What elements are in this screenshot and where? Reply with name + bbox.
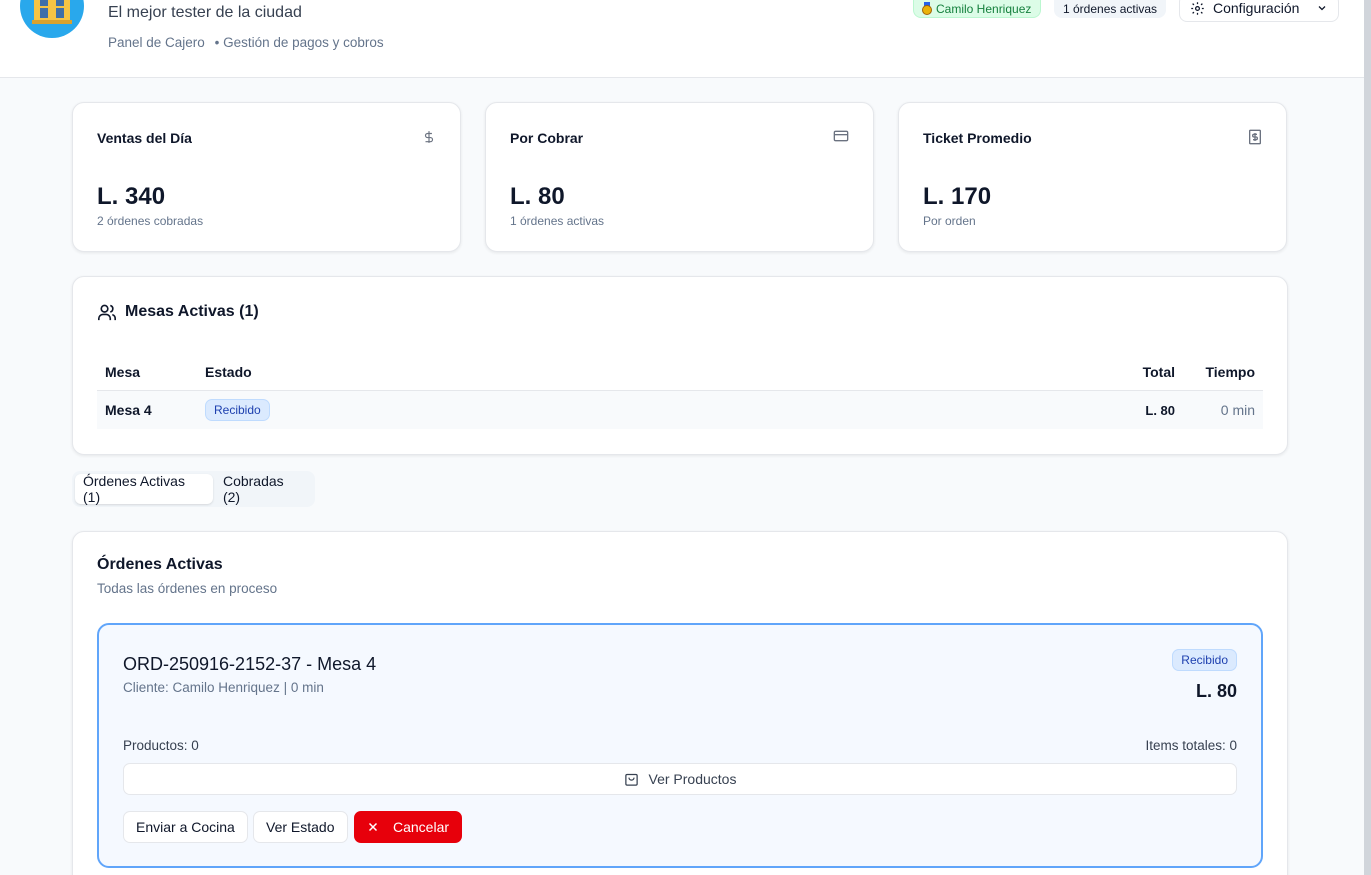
active-tables-card: Mesas Activas (1) Mesa Estado Total Tiem…	[72, 276, 1288, 455]
view-status-button[interactable]: Ver Estado	[253, 811, 348, 843]
users-icon	[98, 304, 117, 321]
receipt-icon	[1248, 129, 1262, 150]
close-icon	[368, 822, 378, 832]
cell-mesa: Mesa 4	[105, 402, 152, 418]
order-items-total: Items totales: 0	[1145, 738, 1237, 753]
panel-label: Panel de Cajero	[108, 35, 205, 50]
stat-subtext: 2 órdenes cobradas	[97, 214, 204, 228]
order-title: ORD-250916-2152-37 - Mesa 4	[123, 654, 377, 674]
stat-card-receivable: Por Cobrar L. 80 1 órdenes activas	[485, 102, 874, 252]
credit-card-icon	[833, 129, 849, 148]
orders-title: Órdenes Activas	[97, 556, 223, 573]
stat-card-average-ticket: Ticket Promedio L. 170 Por orden	[898, 102, 1287, 252]
order-card: ORD-250916-2152-37 - Mesa 4 Cliente: Cam…	[97, 623, 1263, 868]
scrollbar[interactable]	[1364, 0, 1371, 875]
send-to-kitchen-button[interactable]: Enviar a Cocina	[123, 811, 248, 843]
stat-value: L. 340	[97, 183, 166, 210]
panel-caption: Panel de Cajero • Gestión de pagos y cob…	[108, 35, 384, 50]
gear-icon	[1191, 1, 1204, 15]
stat-subtext: 1 órdenes activas	[510, 214, 605, 228]
status-badge: Recibido	[205, 399, 270, 421]
app-header: El mejor tester de la ciudad Panel de Ca…	[0, 0, 1364, 78]
order-products-count: Productos: 0	[123, 738, 199, 753]
stat-title: Ventas del Día	[97, 130, 192, 146]
cell-tiempo: 0 min	[1220, 402, 1255, 418]
orders-tabs: Órdenes Activas (1) Cobradas (2)	[72, 471, 315, 507]
table-row[interactable]: Mesa 4 Recibido L. 80 0 min	[97, 391, 1263, 429]
stat-title: Por Cobrar	[510, 130, 584, 146]
stat-card-sales: Ventas del Día L. 340 2 órdenes cobradas	[72, 102, 461, 252]
building-icon	[32, 0, 72, 24]
active-tables-header: Mesas Activas (1)	[97, 303, 259, 321]
column-header-total: Total	[1142, 364, 1175, 380]
stat-subtext: Por orden	[923, 214, 976, 228]
panel-description: • Gestión de pagos y cobros	[214, 35, 384, 50]
cell-total: L. 80	[1145, 402, 1175, 418]
order-status: Recibido	[1172, 649, 1237, 671]
order-total: L. 80	[1195, 681, 1237, 701]
restaurant-subtitle: El mejor tester de la ciudad	[108, 4, 302, 21]
active-orders-badge: 1 órdenes activas	[1054, 0, 1167, 18]
stat-value: L. 80	[510, 183, 565, 210]
cancel-label: Cancelar	[393, 819, 450, 835]
column-header-tiempo: Tiempo	[1205, 364, 1255, 380]
cell-estado: Recibido	[205, 391, 270, 429]
chevron-down-icon	[1318, 6, 1326, 11]
configuration-label: Configuración	[1213, 0, 1300, 16]
orders-description: Todas las órdenes en proceso	[97, 581, 278, 596]
active-tables-title: Mesas Activas (1)	[125, 303, 259, 320]
order-client: Cliente: Camilo Henriquez | 0 min	[123, 680, 324, 695]
stat-value: L. 170	[923, 183, 992, 210]
cancel-order-button[interactable]: Cancelar	[354, 811, 463, 843]
active-orders-card: Órdenes Activas Todas las órdenes en pro…	[72, 531, 1288, 875]
medal-icon	[922, 2, 932, 15]
configuration-button[interactable]: Configuración	[1179, 0, 1339, 22]
user-name: Camilo Henriquez	[936, 1, 1032, 16]
shopping-bag-icon	[624, 773, 638, 786]
view-products-button[interactable]: Ver Productos	[123, 763, 1237, 795]
column-header-estado: Estado	[205, 364, 252, 380]
tab-charged-orders[interactable]: Cobradas (2)	[215, 473, 312, 505]
stat-title: Ticket Promedio	[923, 130, 1032, 146]
restaurant-logo	[20, 0, 84, 38]
active-tables-table: Mesa Estado Total Tiempo Mesa 4 Recibido…	[97, 353, 1263, 429]
status-badge: Recibido	[1172, 649, 1237, 671]
tab-active-orders[interactable]: Órdenes Activas (1)	[75, 473, 213, 505]
column-header-mesa: Mesa	[105, 364, 141, 380]
user-badge: Camilo Henriquez	[913, 0, 1042, 18]
dollar-icon	[422, 129, 436, 150]
table-header-row: Mesa Estado Total Tiempo	[97, 353, 1263, 391]
view-products-label: Ver Productos	[648, 771, 737, 787]
